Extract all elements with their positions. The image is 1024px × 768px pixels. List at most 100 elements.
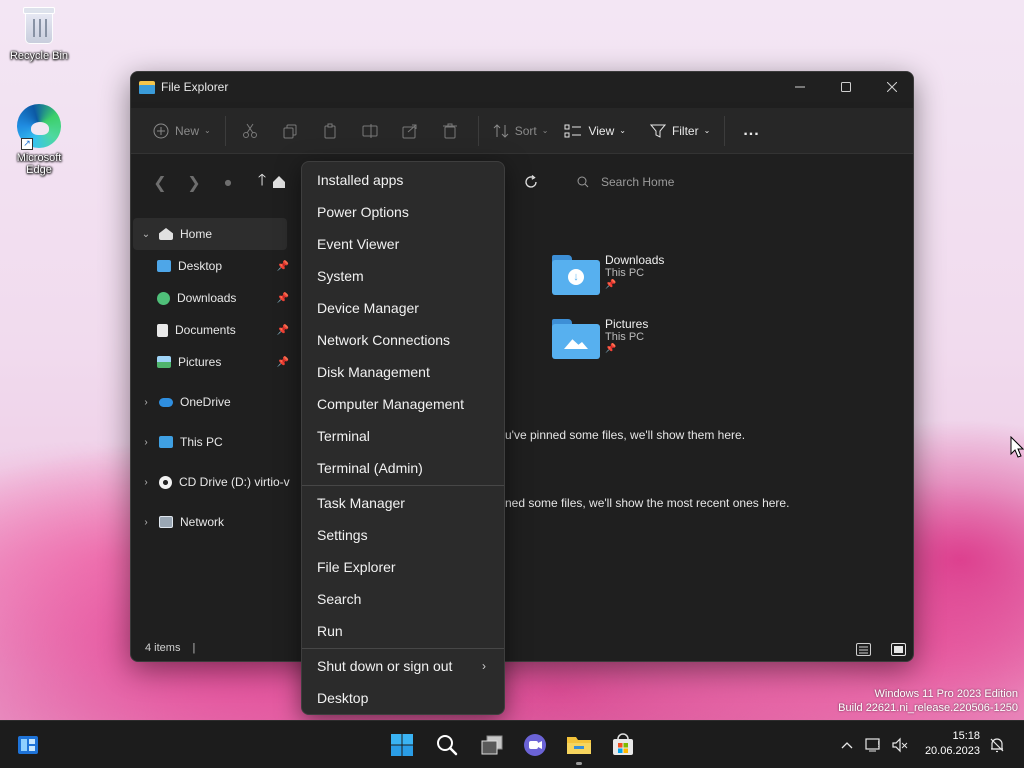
menu-item-device-manager[interactable]: Device Manager (302, 292, 504, 324)
address-bar[interactable] (271, 168, 301, 196)
desktop-icon-microsoft-edge[interactable]: ↗ Microsoft Edge (4, 104, 74, 176)
details-view-button[interactable] (856, 643, 871, 656)
refresh-icon (525, 175, 537, 188)
search-icon (437, 735, 458, 756)
chat-button[interactable] (519, 729, 551, 761)
new-button[interactable]: New ⌄ (145, 115, 219, 147)
search-icon (577, 176, 589, 188)
menu-item-search[interactable]: Search (302, 583, 504, 615)
widgets-button[interactable] (12, 729, 44, 761)
menu-item-terminal[interactable]: Terminal (302, 420, 504, 452)
chevron-right-icon: › (144, 436, 148, 448)
menu-item-network-connections[interactable]: Network Connections (302, 324, 504, 356)
menu-item-run[interactable]: Run (302, 615, 504, 647)
filter-button[interactable]: Filter ⌄ (642, 115, 718, 147)
home-icon (159, 228, 173, 240)
folder-name: Pictures (605, 317, 649, 331)
notification-bell-icon (990, 738, 1004, 753)
view-button[interactable]: View ⌄ (556, 115, 634, 147)
tiles-view-icon (894, 646, 903, 653)
sort-label: Sort (514, 123, 537, 138)
file-explorer-window: File Explorer New ⌄ Sort ⌄ View ⌄ Filter… (130, 71, 914, 662)
paste-button[interactable] (314, 115, 354, 147)
nav-item-pictures[interactable]: Pictures 📌 (133, 346, 303, 378)
menu-item-desktop[interactable]: Desktop (302, 682, 504, 714)
minimize-button[interactable] (777, 72, 823, 102)
nav-item-onedrive[interactable]: › OneDrive (133, 386, 303, 418)
search-placeholder: Search Home (601, 175, 675, 189)
search-button[interactable] (431, 729, 463, 761)
volume-muted-icon (892, 737, 908, 753)
address-row: ❮ ❯ ● 🡑 Search Home (131, 164, 913, 200)
cut-button[interactable] (232, 115, 274, 147)
menu-item-installed-apps[interactable]: Installed apps (302, 164, 504, 196)
forward-button[interactable]: ❯ (177, 168, 211, 196)
delete-button[interactable] (434, 115, 472, 147)
nav-item-this-pc[interactable]: › This PC (133, 426, 303, 458)
nav-item-label: Downloads (177, 291, 237, 305)
menu-item-terminal-admin[interactable]: Terminal (Admin) (302, 452, 504, 484)
network-tray-button[interactable]: ! (862, 721, 886, 768)
quick-access-item-pictures[interactable]: Pictures This PC 📌 (552, 317, 702, 367)
navigation-pane: ⌄ Home Desktop 📌 Downloads 📌 Documents 📌… (133, 218, 303, 538)
share-button[interactable] (394, 115, 434, 147)
document-icon (157, 323, 168, 337)
show-hidden-icons-button[interactable] (836, 721, 858, 768)
microsoft-store-button[interactable] (607, 729, 639, 761)
notifications-button[interactable] (986, 721, 1008, 768)
menu-item-power-options[interactable]: Power Options (302, 196, 504, 228)
menu-item-task-manager[interactable]: Task Manager (302, 487, 504, 519)
store-icon (613, 733, 633, 755)
maximize-button[interactable] (823, 72, 869, 102)
menu-item-settings[interactable]: Settings (302, 519, 504, 551)
recent-locations-button[interactable]: ● (211, 168, 245, 196)
nav-item-desktop[interactable]: Desktop 📌 (133, 250, 303, 282)
window-title: File Explorer (161, 80, 229, 94)
menu-item-file-explorer[interactable]: File Explorer (302, 551, 504, 583)
cloud-icon (159, 397, 173, 407)
edge-icon: ↗ (17, 104, 61, 150)
nav-item-home[interactable]: ⌄ Home (133, 218, 287, 250)
separator (477, 115, 479, 146)
back-button[interactable]: ❮ (143, 168, 177, 196)
task-view-icon (481, 735, 503, 755)
file-explorer-icon (567, 737, 591, 754)
mouse-cursor-icon (1010, 436, 1024, 458)
file-explorer-icon (139, 80, 155, 94)
nav-item-documents[interactable]: Documents 📌 (133, 314, 303, 346)
start-button[interactable] (386, 729, 418, 761)
clock[interactable]: 15:18 20.06.2023 (925, 729, 980, 759)
home-icon (273, 176, 285, 188)
pin-icon: 📌 (276, 292, 289, 304)
nav-item-label: Network (180, 515, 225, 529)
task-view-button[interactable] (476, 729, 508, 761)
desktop-icon-recycle-bin[interactable]: Recycle Bin (4, 7, 74, 62)
nav-item-network[interactable]: › Network (133, 506, 303, 538)
menu-item-shut-down-or-sign-out[interactable]: Shut down or sign out › (302, 650, 504, 682)
refresh-button[interactable] (519, 168, 543, 196)
quick-access-item-downloads[interactable]: ↓ Downloads This PC 📌 (552, 253, 702, 303)
menu-item-event-viewer[interactable]: Event Viewer (302, 228, 504, 260)
close-button[interactable] (869, 72, 913, 102)
menu-item-disk-management[interactable]: Disk Management (302, 356, 504, 388)
tiles-view-button[interactable] (891, 643, 906, 656)
status-separator: | (192, 642, 196, 654)
taskbar: ! 15:18 20.06.2023 (0, 720, 1024, 768)
volume-tray-button[interactable] (888, 721, 912, 768)
nav-item-label: Documents (175, 323, 236, 337)
search-input[interactable]: Search Home (565, 167, 895, 197)
rename-button[interactable] (354, 115, 394, 147)
more-options-button[interactable]: ... (731, 115, 771, 147)
nav-item-downloads[interactable]: Downloads 📌 (133, 282, 303, 314)
favorites-empty-message: u've pinned some files, we'll show them … (505, 428, 746, 442)
separator (724, 115, 726, 146)
copy-button[interactable] (274, 115, 314, 147)
nav-item-cd-drive[interactable]: › CD Drive (D:) virtio-v (133, 466, 303, 498)
details-view-icon (859, 646, 868, 654)
desktop-icon-label: Recycle Bin (9, 50, 69, 62)
menu-item-system[interactable]: System (302, 260, 504, 292)
chevron-right-icon: › (144, 516, 148, 528)
taskbar-file-explorer-button[interactable] (563, 729, 595, 761)
menu-item-computer-management[interactable]: Computer Management (302, 388, 504, 420)
sort-button[interactable]: Sort ⌄ (485, 115, 557, 147)
